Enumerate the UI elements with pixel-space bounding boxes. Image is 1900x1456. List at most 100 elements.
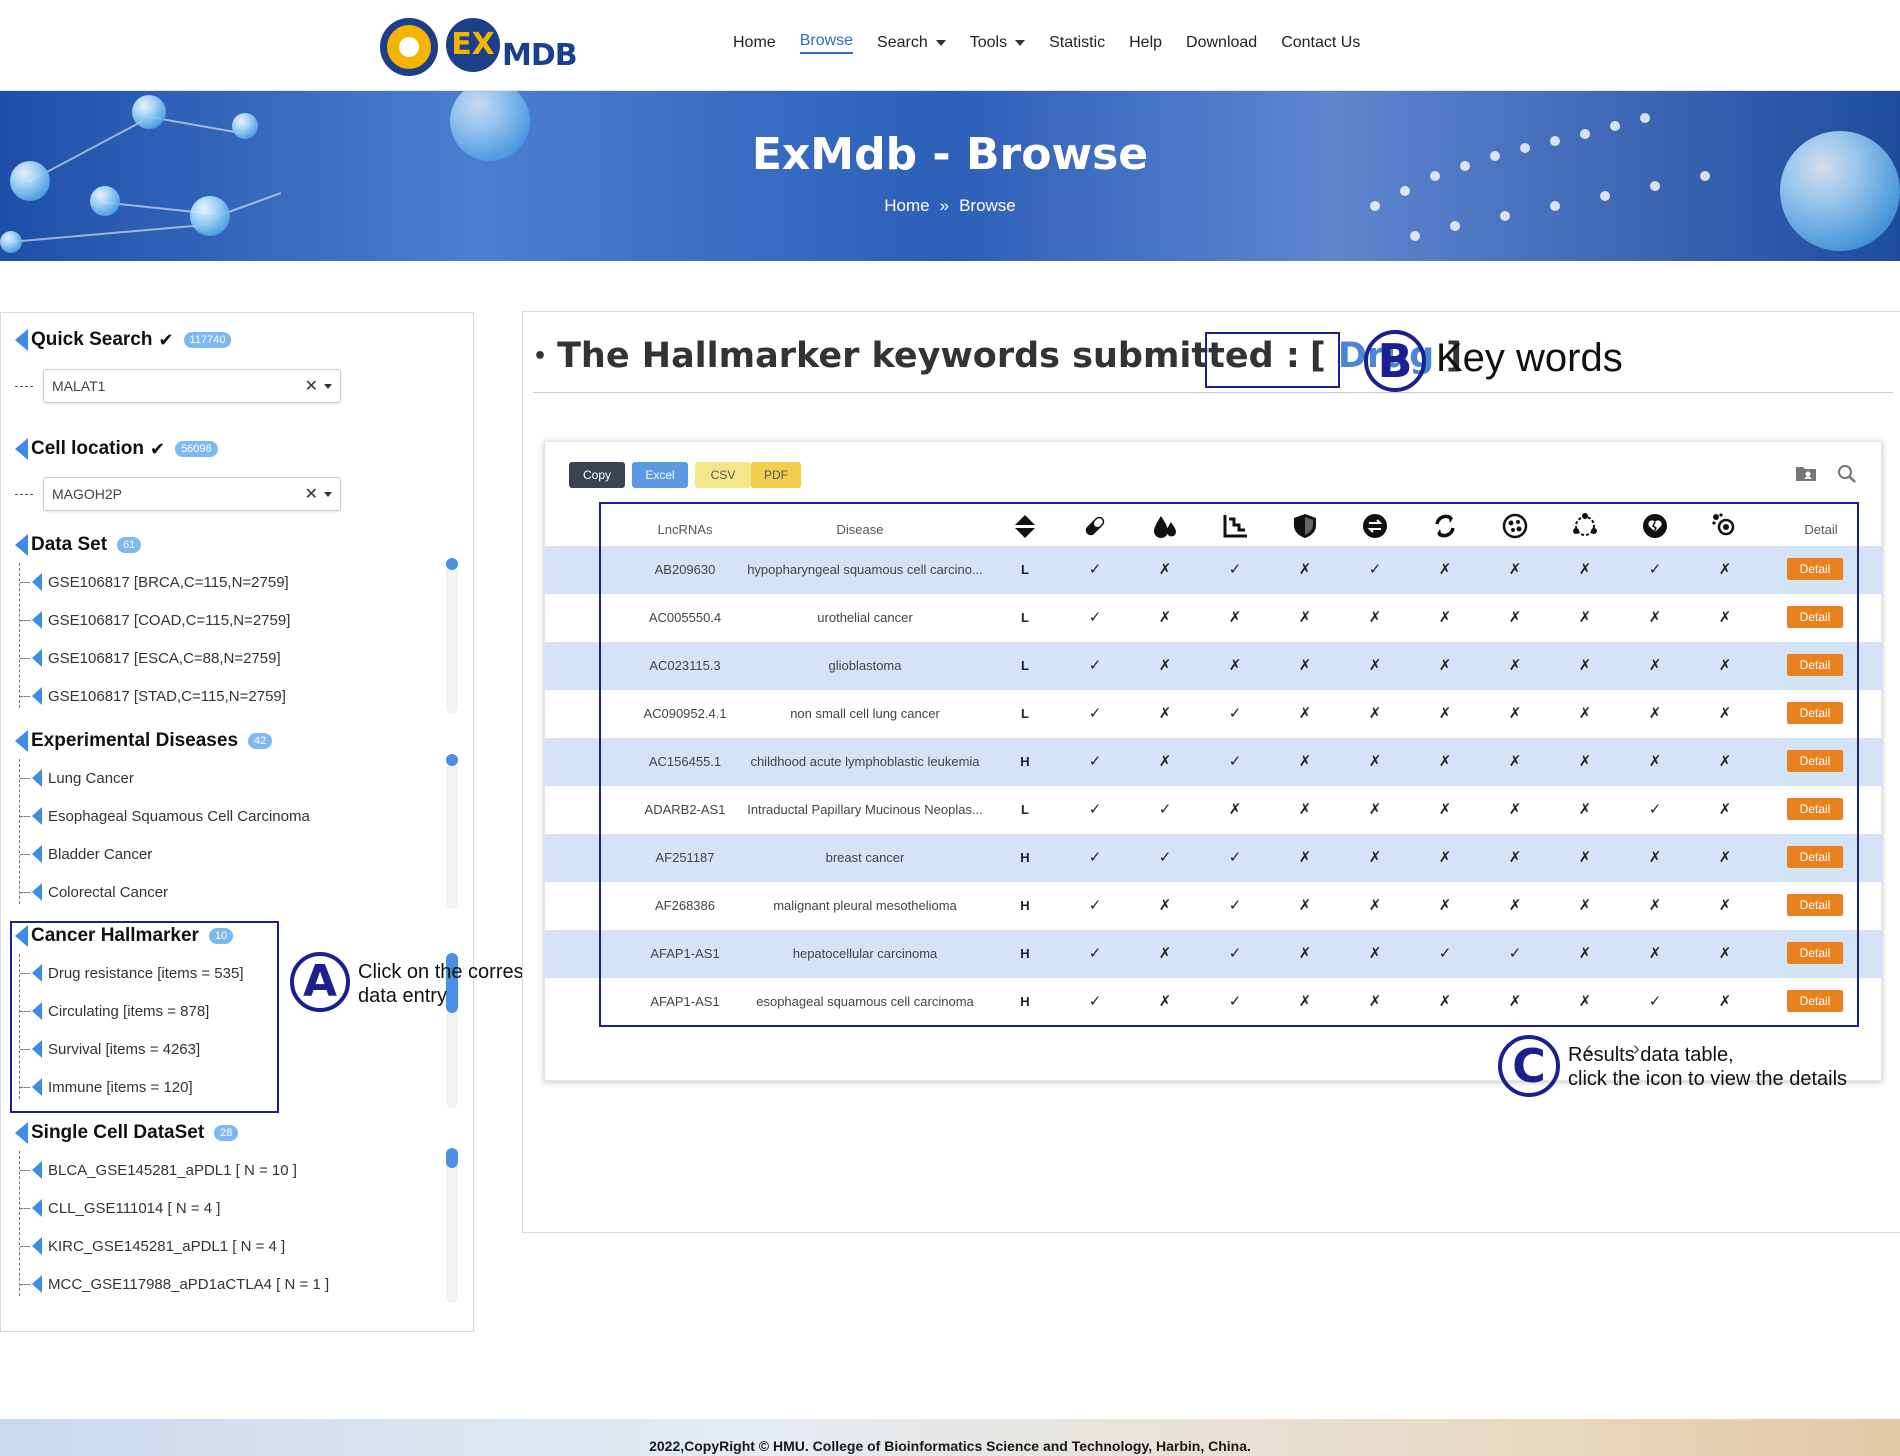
- nav-search-label: Search: [877, 34, 928, 51]
- data-set-scrollbar[interactable]: [446, 558, 458, 713]
- experimental-diseases-tree: Lung Cancer Esophageal Squamous Cell Car…: [19, 759, 310, 904]
- pdf-button[interactable]: PDF: [751, 462, 801, 488]
- nav-download[interactable]: Download: [1186, 32, 1257, 54]
- single-cell-item[interactable]: KIRC_GSE145281_aPDL1 [ N = 4 ]: [20, 1237, 285, 1255]
- data-set-item[interactable]: GSE106817 [STAD,C=115,N=2759]: [20, 687, 286, 705]
- disease-item-label: Lung Cancer: [48, 769, 134, 787]
- tree-connector: [15, 493, 33, 495]
- search-icon[interactable]: [1837, 464, 1857, 484]
- node-triangle-icon: [32, 769, 42, 787]
- disease-item[interactable]: Esophageal Squamous Cell Carcinoma: [20, 807, 310, 825]
- logo-ring-icon: [380, 18, 438, 76]
- results-table-card: Copy Excel CSV PDF LncRNAs Disease Detai…: [544, 441, 1882, 1081]
- dna-dot: [1410, 231, 1420, 241]
- cell-location-row: MAGOH2P ✕: [15, 477, 341, 511]
- data-set-item[interactable]: GSE106817 [ESCA,C=88,N=2759]: [20, 649, 281, 667]
- annotation-c-highlight-box: [599, 502, 1859, 1027]
- copy-button[interactable]: Copy: [569, 462, 625, 488]
- disease-item-label: Colorectal Cancer: [48, 883, 169, 901]
- data-set-item[interactable]: GSE106817 [COAD,C=115,N=2759]: [20, 611, 290, 629]
- single-cell-count-badge: 28: [214, 1125, 239, 1141]
- node-triangle-icon: [32, 573, 42, 591]
- bullet-icon: •: [533, 343, 548, 369]
- single-cell-item-label: BLCA_GSE145281_aPDL1 [ N = 10 ]: [48, 1161, 297, 1179]
- excel-button[interactable]: Excel: [632, 462, 688, 488]
- scroll-thumb[interactable]: [446, 1148, 458, 1168]
- diseases-scrollbar[interactable]: [446, 754, 458, 909]
- quick-search-row: MALAT1 ✕: [15, 369, 341, 403]
- cell-location-select[interactable]: MAGOH2P ✕: [43, 477, 341, 511]
- banner-title: ExMdb - Browse: [751, 129, 1149, 180]
- data-set-item[interactable]: GSE106817 [BRCA,C=115,N=2759]: [20, 573, 289, 591]
- nav-statistic[interactable]: Statistic: [1049, 32, 1105, 54]
- node-triangle-icon: [32, 807, 42, 825]
- annotation-c-text: Results data table, click the icon to vi…: [1568, 1043, 1847, 1091]
- annotation-b-text: Key words: [1436, 336, 1623, 380]
- filter-sidebar: Quick Search ✔ 117740 MALAT1 ✕ Cell loca…: [0, 312, 474, 1332]
- quick-search-value: MALAT1: [52, 378, 106, 394]
- annotation-c-line-1: Results data table,: [1568, 1044, 1734, 1066]
- heading-divider: [533, 392, 1893, 393]
- node-triangle-icon: [32, 611, 42, 629]
- node-triangle-icon: [32, 1199, 42, 1217]
- disease-item-label: Esophageal Squamous Cell Carcinoma: [48, 807, 310, 825]
- single-cell-heading[interactable]: Single Cell DataSet 28: [15, 1122, 239, 1144]
- collapse-triangle-icon: [15, 534, 28, 556]
- folder-icon[interactable]: [1795, 464, 1817, 482]
- single-cell-item[interactable]: MCC_GSE117988_aPD1aCTLA4 [ N = 1 ]: [20, 1275, 329, 1293]
- keywords-heading-prefix: The Hallmarker keywords submitted :: [557, 336, 1300, 376]
- single-cell-scrollbar[interactable]: [446, 1148, 458, 1303]
- dna-dot: [1640, 113, 1650, 123]
- single-cell-item[interactable]: BLCA_GSE145281_aPDL1 [ N = 10 ]: [20, 1161, 297, 1179]
- cell-location-heading[interactable]: Cell location ✔ 56098: [15, 438, 218, 460]
- nav-tools[interactable]: Tools: [970, 32, 1026, 54]
- scroll-thumb[interactable]: [446, 754, 458, 766]
- single-cell-item[interactable]: CLL_GSE111014 [ N = 4 ]: [20, 1199, 220, 1217]
- node-triangle-icon: [32, 1237, 42, 1255]
- annotation-b-circle: B: [1364, 330, 1426, 392]
- disease-item[interactable]: Colorectal Cancer: [20, 883, 168, 901]
- nav-browse[interactable]: Browse: [799, 32, 854, 54]
- molecule-bubble: [132, 95, 166, 129]
- nav-contact-label: Contact Us: [1281, 34, 1361, 51]
- footer-copyright: 2022,CopyRight © HMU. College of Bioinfo…: [649, 1438, 1251, 1454]
- node-triangle-icon: [32, 883, 42, 901]
- node-triangle-icon: [32, 1161, 42, 1179]
- exmdb-logo[interactable]: EX MDB: [378, 12, 578, 80]
- top-header: EX MDB Home Browse Search Tools Statisti…: [0, 0, 1900, 91]
- disease-item[interactable]: Lung Cancer: [20, 769, 134, 787]
- dropdown-arrow-icon[interactable]: [324, 491, 332, 497]
- nav-home[interactable]: Home: [733, 32, 776, 54]
- data-set-title: Data Set: [31, 534, 108, 555]
- nav-download-label: Download: [1186, 34, 1258, 51]
- dna-dot: [1650, 181, 1660, 191]
- disease-item-label: Bladder Cancer: [48, 845, 153, 863]
- quick-search-count-badge: 117740: [183, 332, 232, 348]
- experimental-diseases-heading[interactable]: Experimental Diseases 42: [15, 730, 273, 752]
- data-set-item-label: GSE106817 [STAD,C=115,N=2759]: [48, 687, 286, 705]
- node-triangle-icon: [32, 1275, 42, 1293]
- disease-item[interactable]: Bladder Cancer: [20, 845, 152, 863]
- nav-search[interactable]: Search: [877, 32, 946, 54]
- page-footer: 2022,CopyRight © HMU. College of Bioinfo…: [0, 1419, 1900, 1456]
- collapse-triangle-icon: [15, 730, 28, 752]
- nav-contact[interactable]: Contact Us: [1281, 32, 1360, 54]
- data-set-heading[interactable]: Data Set 61: [15, 534, 142, 556]
- clear-icon[interactable]: ✕: [305, 484, 318, 504]
- csv-button[interactable]: CSV: [695, 462, 751, 488]
- nav-help[interactable]: Help: [1129, 32, 1162, 54]
- node-triangle-icon: [32, 845, 42, 863]
- quick-search-heading[interactable]: Quick Search ✔ 117740: [15, 329, 232, 351]
- breadcrumb-home[interactable]: Home: [884, 196, 929, 215]
- single-cell-title: Single Cell DataSet: [31, 1122, 205, 1143]
- scroll-thumb[interactable]: [446, 558, 458, 570]
- check-icon: ✔: [149, 438, 166, 459]
- single-cell-item-label: CLL_GSE111014 [ N = 4 ]: [48, 1199, 221, 1217]
- quick-search-select[interactable]: MALAT1 ✕: [43, 369, 341, 403]
- tree-connector: [15, 385, 33, 387]
- data-set-item-label: GSE106817 [COAD,C=115,N=2759]: [48, 611, 291, 629]
- clear-icon[interactable]: ✕: [305, 376, 318, 396]
- data-set-tree: GSE106817 [BRCA,C=115,N=2759] GSE106817 …: [19, 563, 290, 708]
- main-nav: Home Browse Search Tools Statistic Help …: [733, 32, 1384, 54]
- dropdown-arrow-icon[interactable]: [324, 383, 332, 389]
